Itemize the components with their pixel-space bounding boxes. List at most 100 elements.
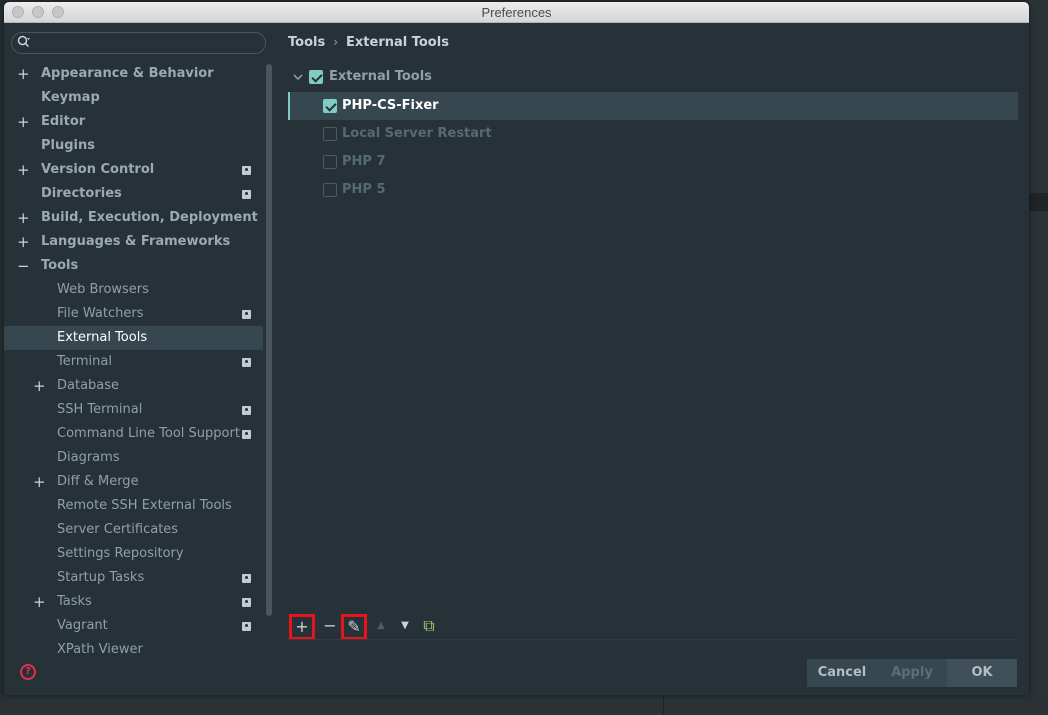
- sidebar-item[interactable]: Server Certificates: [4, 518, 263, 542]
- sidebar-item[interactable]: File Watchers: [4, 302, 263, 326]
- sidebar-item[interactable]: + Languages & Frameworks: [4, 230, 263, 254]
- expand-icon[interactable]: +: [17, 158, 30, 182]
- expand-icon[interactable]: +: [17, 206, 30, 230]
- sidebar-item[interactable]: Vagrant: [4, 614, 263, 638]
- sidebar-item-label: Version Control: [41, 162, 155, 177]
- sidebar-item[interactable]: External Tools: [4, 326, 263, 350]
- sidebar-scrollbar[interactable]: [266, 64, 272, 616]
- sidebar-item-label: External Tools: [57, 330, 148, 345]
- sidebar-item[interactable]: SSH Terminal: [4, 398, 263, 422]
- tool-row[interactable]: PHP-CS-Fixer: [288, 92, 1018, 120]
- sidebar-item[interactable]: Directories: [4, 182, 263, 206]
- close-window-button[interactable]: [12, 6, 24, 18]
- toolbar-divider: [288, 639, 1018, 640]
- tool-checkbox[interactable]: [323, 155, 337, 169]
- sidebar-item-label: SSH Terminal: [57, 402, 143, 417]
- sidebar-item-label: Vagrant: [57, 618, 108, 633]
- sidebar-item-label: Build, Execution, Deployment: [41, 210, 258, 225]
- sidebar-item[interactable]: Remote SSH External Tools: [4, 494, 263, 518]
- sidebar-item-label: Appearance & Behavior: [41, 66, 214, 81]
- tool-checkbox[interactable]: [323, 99, 337, 113]
- sidebar-item-label: Terminal: [57, 354, 112, 369]
- cancel-button[interactable]: Cancel: [807, 659, 877, 687]
- sidebar-item[interactable]: Diagrams: [4, 446, 263, 470]
- minimize-window-button[interactable]: [32, 6, 44, 18]
- sidebar-item[interactable]: + Build, Execution, Deployment: [4, 206, 263, 230]
- external-tools-list: External Tools PHP-CS-Fixer Local Server …: [288, 62, 1018, 642]
- background-divider: [663, 695, 664, 715]
- external-tools-group[interactable]: External Tools: [288, 66, 1018, 88]
- move-down-button[interactable]: ▼: [392, 614, 418, 640]
- tool-checkbox[interactable]: [323, 183, 337, 197]
- sidebar-item-label: Settings Repository: [57, 546, 184, 561]
- ok-button[interactable]: OK: [947, 659, 1017, 687]
- tool-label: PHP-CS-Fixer: [342, 98, 439, 113]
- sidebar-item-label: Web Browsers: [57, 282, 149, 297]
- sidebar-item[interactable]: Keymap: [4, 86, 263, 110]
- settings-sidebar: + Appearance & Behavior Keymap + Editor Plugi…: [4, 24, 279, 654]
- breadcrumb: Tools › External Tools: [288, 32, 449, 52]
- sidebar-item-label: Plugins: [41, 138, 95, 153]
- sidebar-item-label: Editor: [41, 114, 86, 129]
- sidebar-item[interactable]: Plugins: [4, 134, 263, 158]
- project-level-icon: [242, 430, 251, 439]
- background-window-edge: [1029, 0, 1048, 715]
- expand-icon[interactable]: +: [33, 470, 46, 494]
- sidebar-item[interactable]: Command Line Tool Support: [4, 422, 263, 446]
- sidebar-item-label: Tasks: [57, 594, 92, 609]
- copy-tool-button[interactable]: ⧉: [416, 614, 442, 640]
- sidebar-item[interactable]: Startup Tasks: [4, 566, 263, 590]
- background-window-bar: [1029, 193, 1048, 211]
- sidebar-item[interactable]: + Tasks: [4, 590, 263, 614]
- expand-icon[interactable]: +: [33, 374, 46, 398]
- help-icon[interactable]: ?: [20, 664, 36, 680]
- sidebar-item[interactable]: − Tools: [4, 254, 263, 278]
- sidebar-item[interactable]: XPath Viewer: [4, 638, 263, 654]
- remove-tool-button[interactable]: −: [317, 614, 343, 640]
- tool-row[interactable]: PHP 5: [288, 176, 1018, 204]
- tool-label: PHP 5: [342, 182, 386, 197]
- tool-label: Local Server Restart: [342, 126, 492, 141]
- tool-checkbox[interactable]: [323, 127, 337, 141]
- sidebar-item-label: Tools: [41, 258, 79, 273]
- sidebar-item[interactable]: Settings Repository: [4, 542, 263, 566]
- background-window-bottom: [0, 695, 1048, 715]
- sidebar-item[interactable]: + Diff & Merge: [4, 470, 263, 494]
- sidebar-item-label: Startup Tasks: [57, 570, 145, 585]
- group-label: External Tools: [329, 69, 432, 84]
- sidebar-item[interactable]: + Appearance & Behavior: [4, 62, 263, 86]
- search-box[interactable]: [11, 32, 266, 54]
- breadcrumb-separator: ›: [333, 35, 339, 49]
- tool-row[interactable]: PHP 7: [288, 148, 1018, 176]
- tool-row[interactable]: Local Server Restart: [288, 120, 1018, 148]
- sidebar-item[interactable]: + Version Control: [4, 158, 263, 182]
- project-level-icon: [242, 310, 251, 319]
- search-input[interactable]: [36, 34, 261, 52]
- zoom-window-button[interactable]: [52, 6, 64, 18]
- sidebar-item[interactable]: Terminal: [4, 350, 263, 374]
- expand-icon[interactable]: +: [33, 590, 46, 614]
- search-icon[interactable]: [17, 35, 31, 49]
- window-title: Preferences: [481, 5, 552, 20]
- project-level-icon: [242, 598, 251, 607]
- sidebar-item[interactable]: Web Browsers: [4, 278, 263, 302]
- sidebar-item-label: Server Certificates: [57, 522, 179, 537]
- expand-icon[interactable]: +: [17, 230, 30, 254]
- expand-icon[interactable]: +: [17, 110, 30, 134]
- move-up-button[interactable]: ▲: [368, 614, 394, 640]
- project-level-icon: [242, 190, 251, 199]
- sidebar-item[interactable]: + Editor: [4, 110, 263, 134]
- sidebar-item-label: Command Line Tool Support: [57, 426, 240, 441]
- collapse-icon[interactable]: −: [17, 254, 30, 278]
- edit-tool-button[interactable]: ✎: [341, 614, 367, 640]
- group-checkbox[interactable]: [309, 70, 323, 84]
- sidebar-item[interactable]: + Database: [4, 374, 263, 398]
- sidebar-item-label: XPath Viewer: [57, 642, 143, 654]
- breadcrumb-parent[interactable]: Tools: [288, 35, 325, 50]
- list-toolbar: + − ✎ ▲ ▼ ⧉: [288, 612, 1018, 640]
- sidebar-item-label: Languages & Frameworks: [41, 234, 231, 249]
- sidebar-item-label: Directories: [41, 186, 122, 201]
- apply-button[interactable]: Apply: [877, 659, 947, 687]
- expand-icon[interactable]: +: [17, 62, 30, 86]
- add-tool-button[interactable]: +: [289, 614, 315, 640]
